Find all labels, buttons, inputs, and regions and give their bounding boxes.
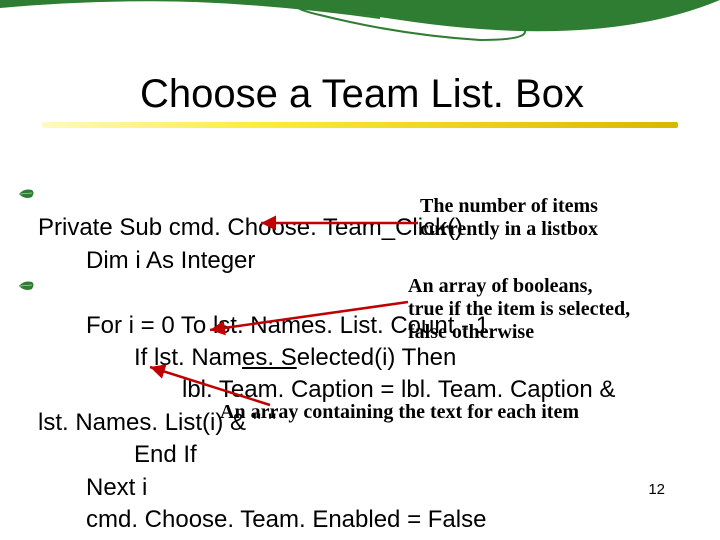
code-line-9: cmd. Choose. Team. Enabled = False bbox=[86, 504, 486, 536]
annotation-text: true if the item is selected, bbox=[408, 298, 630, 320]
annotation-list: An array containing the text for each it… bbox=[220, 401, 579, 424]
title-underline bbox=[42, 122, 678, 128]
annotation-selected: An array of booleans, true if the item i… bbox=[408, 275, 630, 344]
code-line-4: If lst. Names. Selected(i) Then bbox=[134, 342, 456, 374]
annotation-text: false otherwise bbox=[408, 321, 534, 343]
annotation-text: An array of booleans, bbox=[408, 275, 592, 297]
code-line-8: Next i bbox=[86, 472, 147, 504]
code-line-2: Dim i As Integer bbox=[86, 245, 255, 277]
header-swoosh bbox=[0, 0, 720, 55]
annotation-text: currently in a listbox bbox=[420, 218, 598, 240]
page-number: 12 bbox=[648, 481, 665, 498]
annotation-text: An array containing the text for each it… bbox=[220, 401, 579, 423]
bullet-leaf-icon bbox=[18, 280, 36, 292]
code-line-1: Private Sub cmd. Choose. Team_Click() bbox=[38, 214, 463, 241]
code-line-7: End If bbox=[134, 439, 197, 471]
bullet-leaf-icon bbox=[18, 188, 36, 200]
slide-title: Choose a Team List. Box bbox=[140, 72, 584, 117]
annotation-text: The number of items bbox=[420, 195, 598, 217]
annotation-listcount: The number of items currently in a listb… bbox=[420, 195, 598, 241]
